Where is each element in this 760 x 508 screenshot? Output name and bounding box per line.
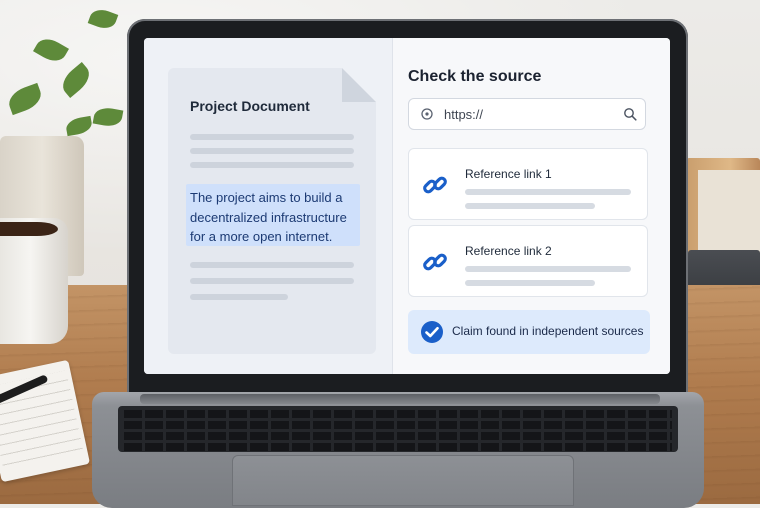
coffee <box>0 222 58 236</box>
check-circle-icon <box>421 321 443 343</box>
verification-status-text: Claim found in independent sources <box>452 324 644 338</box>
reference-placeholder-line <box>465 280 595 286</box>
text-placeholder-line <box>190 162 354 168</box>
keyboard <box>118 406 678 452</box>
reference-placeholder-line <box>465 189 631 195</box>
globe-icon <box>421 108 433 120</box>
url-input-value: https:// <box>444 107 484 122</box>
search-icon[interactable] <box>623 107 637 121</box>
document-fold <box>342 68 376 102</box>
text-placeholder-line <box>190 148 354 154</box>
url-input[interactable]: https:// <box>408 98 646 130</box>
link-icon <box>423 176 447 194</box>
reference-card-2[interactable]: Reference link 2 <box>408 225 648 297</box>
coffee-mug <box>0 218 68 344</box>
reference-placeholder-line <box>465 203 595 209</box>
text-placeholder-line <box>190 134 354 140</box>
reference-label: Reference link 2 <box>465 244 552 258</box>
verification-status: Claim found in independent sources <box>408 310 650 354</box>
highlighted-claim-text: The project aims to build a decentralize… <box>190 190 347 244</box>
laptop-hinge <box>140 394 660 404</box>
laptop-screen: Project Document The project aims to bui… <box>144 38 670 374</box>
panel-heading: Check the source <box>408 68 542 85</box>
text-placeholder-line <box>190 294 288 300</box>
reference-placeholder-line <box>465 266 631 272</box>
document-title: Project Document <box>190 98 310 114</box>
text-placeholder-line <box>190 262 354 268</box>
reference-label: Reference link 1 <box>465 167 552 181</box>
text-placeholder-line <box>190 278 354 284</box>
reference-card-1[interactable]: Reference link 1 <box>408 148 648 220</box>
trackpad <box>232 455 574 506</box>
link-icon <box>423 253 447 271</box>
